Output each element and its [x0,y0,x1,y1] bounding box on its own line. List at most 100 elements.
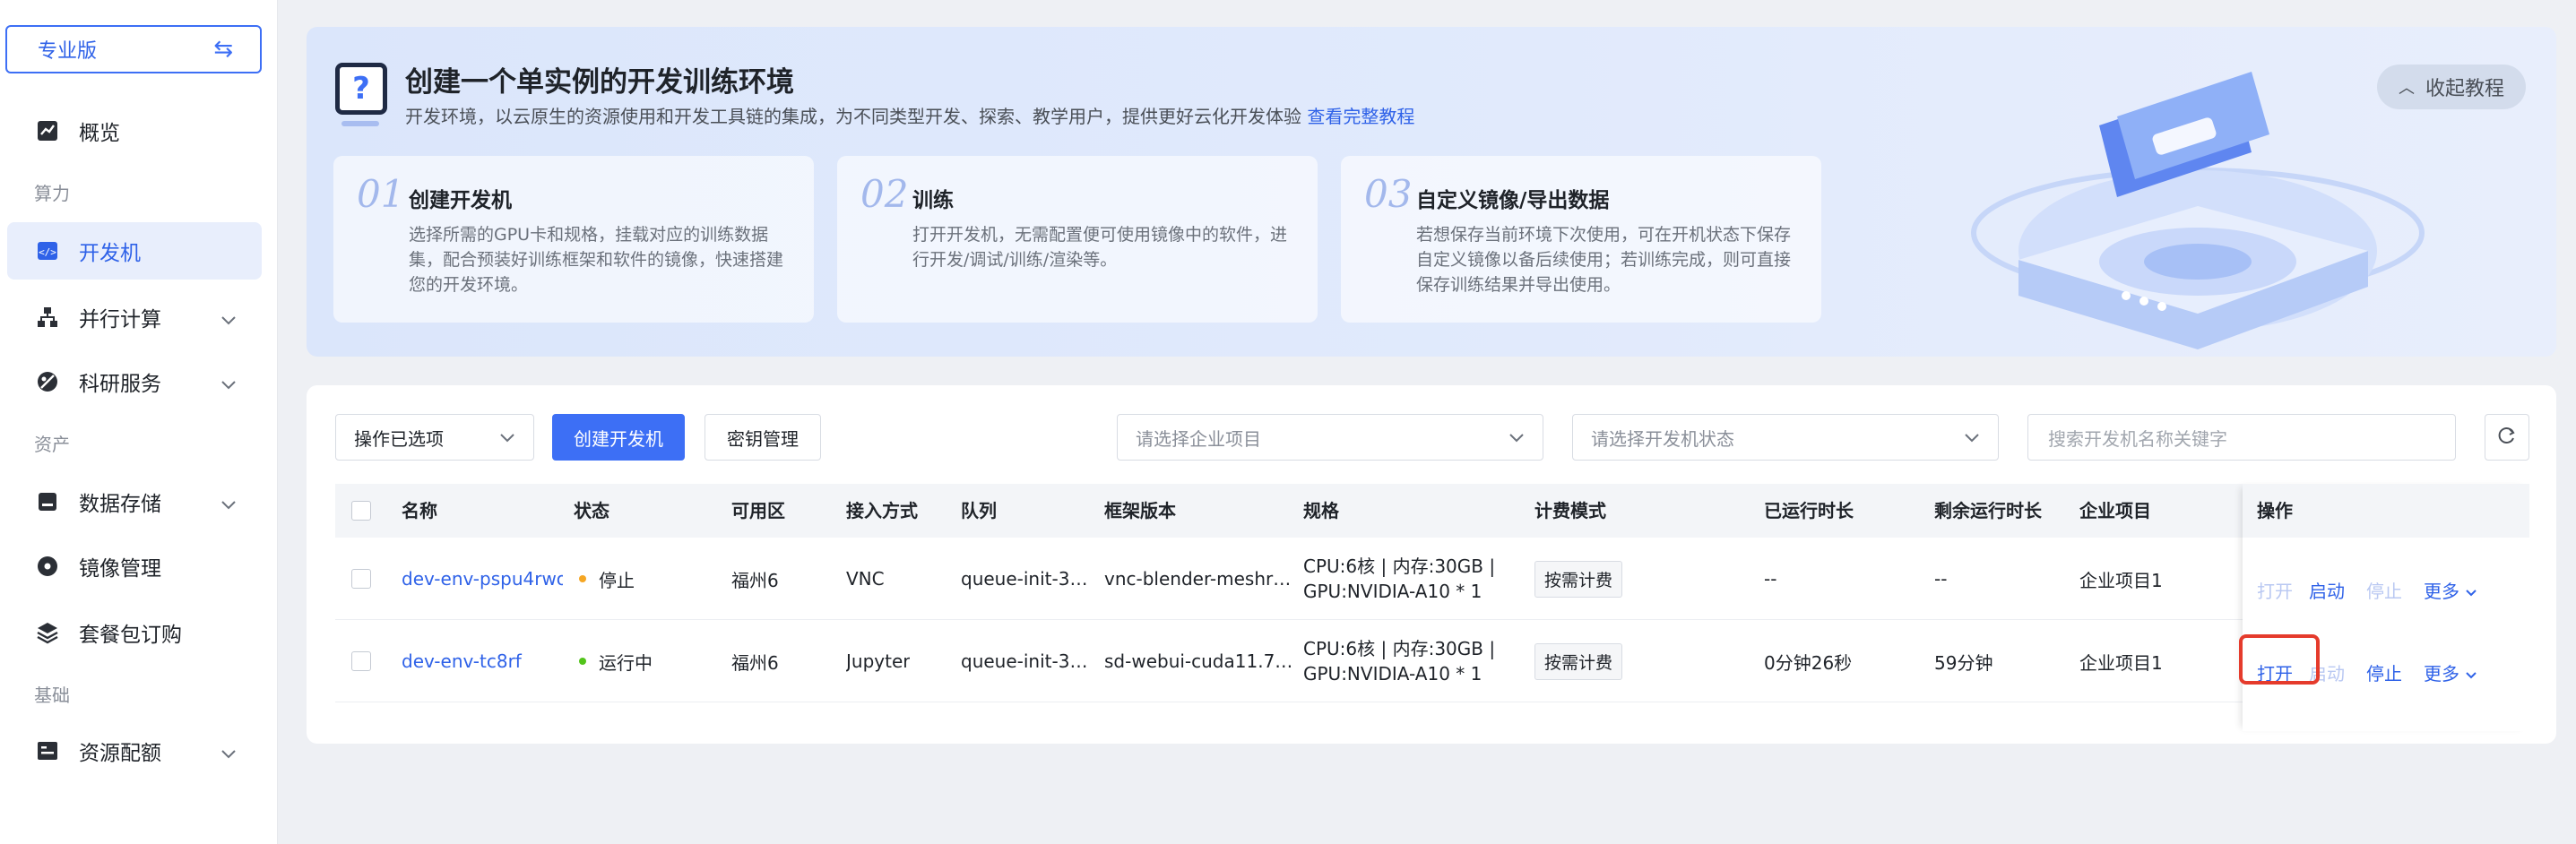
step-card-train: 02 训练 打开开发机，无需配置便可使用镜像中的软件，进行开发/调试/训练/渲染… [837,156,1318,323]
run-time-cell: -- [1764,568,1777,590]
project-cell: 企业项目1 [2079,569,2163,591]
chart-icon [34,117,61,144]
sidebar-item-quota[interactable]: 资源配额 [7,722,262,779]
status-cell: 运行中 [579,620,653,702]
col-access: 接入方式 [846,500,918,521]
quota-icon [34,737,61,764]
instance-name-link[interactable]: dev-env-pspu4rwo… [402,538,563,620]
sidebar-item-storage[interactable]: 数据存储 [7,473,262,530]
step-title: 自定义镜像/导出数据 [1416,189,1610,212]
row-checkbox[interactable] [351,538,371,620]
stop-button[interactable]: 停止 [2366,659,2402,685]
chevron-up-icon: ︿ [2398,79,2415,98]
sidebar-item-label: 套餐包订购 [79,624,182,647]
stop-button[interactable]: 停止 [2366,577,2402,603]
sidebar-item-parallel[interactable]: 并行计算 [7,289,262,346]
chevron-down-icon [1964,426,1980,448]
step-number: 01 [357,172,405,216]
dev-machine-panel: 操作已选项 创建开发机 密钥管理 请选择企业项目 请选择开发机状态 搜索开发机名… [307,385,2556,744]
table-row[interactable]: dev-env-tc8rf 运行中 福州6 Jupyter queue-init… [335,620,2529,702]
col-run-time: 已运行时长 [1764,500,1854,521]
sidebar-item-devmachine[interactable]: </> 开发机 [7,222,262,280]
col-billing: 计费模式 [1534,500,1606,521]
bulk-action-select[interactable]: 操作已选项 [335,414,534,461]
sidebar: 专业版 ⇆ 概览 算力 </> 开发机 并行计算 科研服务 资产 数据存储 镜像… [0,0,278,844]
nav-group-compute: 算力 [34,183,70,204]
swap-icon: ⇆ [213,36,233,63]
chevron-down-icon [2465,581,2477,602]
full-tutorial-link[interactable]: 查看完整教程 [1307,106,1414,127]
status-text: 停止 [599,569,635,591]
banner-title: 创建一个单实例的开发训练环境 [405,66,794,99]
question-icon: ? [335,63,387,126]
sidebar-item-label: 数据存储 [79,493,161,516]
sidebar-item-label: 概览 [79,122,120,145]
more-label: 更多 [2424,581,2459,602]
zone-cell: 福州6 [731,569,779,591]
col-status: 状态 [574,500,609,521]
col-operations: 操作 [2257,500,2293,521]
status-text: 运行中 [599,651,653,674]
remaining-cell: 59分钟 [1934,651,1993,674]
col-zone: 可用区 [731,500,785,521]
sidebar-item-label: 镜像管理 [79,557,161,581]
status-dot [579,658,586,665]
sidebar-item-label: 资源配额 [79,742,161,765]
start-button[interactable]: 启动 [2309,577,2345,603]
sidebar-item-packages[interactable]: 套餐包订购 [7,604,262,661]
row-checkbox[interactable] [351,620,371,702]
package-icon [34,619,61,646]
col-name: 名称 [402,500,437,521]
col-remaining: 剩余运行时长 [1934,500,2042,521]
run-time-cell: 0分钟26秒 [1764,651,1853,674]
status-placeholder: 请选择开发机状态 [1591,427,1734,450]
open-button-highlight [2239,634,2320,685]
step-desc: 若想保存当前环境下次使用，可在开机状态下保存自定义镜像以备后续使用；若训练完成，… [1416,225,1792,295]
edition-label: 专业版 [38,40,98,63]
sidebar-item-overview[interactable]: 概览 [7,102,262,159]
select-all-checkbox[interactable] [351,501,371,521]
sidebar-item-images[interactable]: 镜像管理 [7,538,262,595]
col-framework: 框架版本 [1104,500,1176,521]
col-project: 企业项目 [2079,500,2151,521]
chevron-down-icon [1508,426,1525,448]
instance-name-link[interactable]: dev-env-tc8rf [402,620,563,702]
nav-group-assets: 资产 [34,434,70,455]
refresh-icon [2497,426,2517,450]
create-dev-machine-button[interactable]: 创建开发机 [552,414,685,461]
chevron-down-icon [220,308,237,332]
chevron-down-icon [220,742,237,765]
image-icon [34,553,61,580]
chevron-down-icon [220,373,237,396]
edition-switch-button[interactable]: 专业版 ⇆ [5,25,262,73]
open-button[interactable]: 打开 [2257,577,2293,603]
status-select[interactable]: 请选择开发机状态 [1572,414,1999,461]
step-number: 03 [1364,172,1413,216]
spec-cell: CPU:6核 | 内存:30GB | GPU:NVIDIA-A10 * 1 [1303,555,1496,602]
table-header: 名称 状态 可用区 接入方式 队列 框架版本 规格 计费模式 已运行时长 剩余运… [335,484,2529,538]
bulk-action-label: 操作已选项 [354,427,444,450]
access-cell: VNC [846,568,885,590]
more-button[interactable]: 更多 [2424,659,2477,685]
table-row[interactable]: dev-env-pspu4rwo… 停止 福州6 VNC queue-init-… [335,538,2529,620]
zone-cell: 福州6 [731,651,779,674]
project-select[interactable]: 请选择企业项目 [1117,414,1543,461]
refresh-button[interactable] [2485,414,2529,461]
collapse-tutorial-button[interactable]: ︿ 收起教程 [2377,65,2526,109]
remaining-cell: -- [1934,568,1948,590]
step-number: 02 [860,172,909,216]
billing-cell: 按需计费 [1534,620,1623,702]
more-button[interactable]: 更多 [2424,577,2477,603]
billing-tag: 按需计费 [1534,560,1623,598]
queue-cell: queue-init-3… [961,650,1088,672]
key-management-button[interactable]: 密钥管理 [705,414,821,461]
nav-group-basic: 基础 [34,685,70,706]
network-icon [34,304,61,331]
search-placeholder: 搜索开发机名称关键字 [2048,427,2227,450]
more-label: 更多 [2424,663,2459,685]
sidebar-item-research[interactable]: 科研服务 [7,353,262,410]
step-desc: 打开开发机，无需配置便可使用镜像中的软件，进行开发/调试/训练/渲染等。 [912,225,1288,270]
step-card-create: 01 创建开发机 选择所需的GPU卡和规格，挂载对应的训练数据集，配合预装好训练… [333,156,814,323]
search-input[interactable]: 搜索开发机名称关键字 [2027,414,2456,461]
project-placeholder: 请选择企业项目 [1136,427,1261,450]
